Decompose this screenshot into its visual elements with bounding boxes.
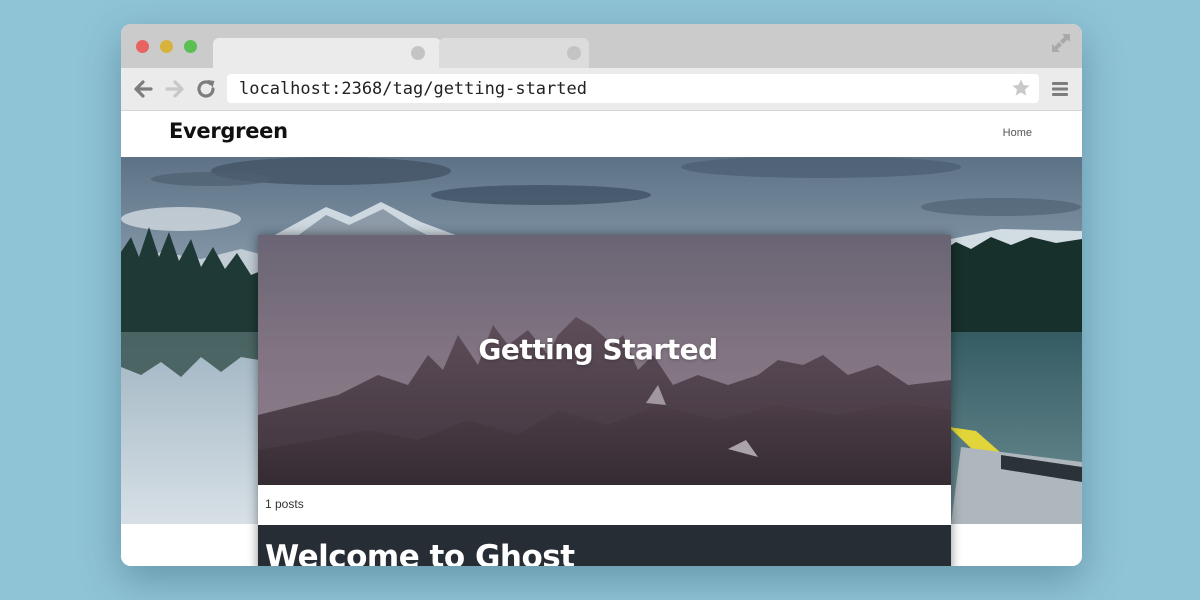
browser-toolbar: localhost:2368/tag/getting-started [121, 68, 1082, 111]
tag-card: Getting Started 1 posts Welcome to Ghost [258, 235, 951, 566]
arrow-right-icon[interactable] [163, 77, 187, 101]
minimize-window-button[interactable] [160, 40, 173, 53]
expand-icon[interactable] [1050, 32, 1072, 54]
close-window-button[interactable] [136, 40, 149, 53]
web-page: Evergreen Home Getting Started 1 posts W… [121, 111, 1082, 566]
site-logo[interactable]: Evergreen [169, 119, 288, 143]
arrow-left-icon[interactable] [131, 77, 155, 101]
tag-title: Getting Started [478, 333, 718, 366]
address-bar[interactable]: localhost:2368/tag/getting-started [227, 74, 1039, 103]
browser-window: localhost:2368/tag/getting-started Everg… [121, 24, 1082, 566]
zoom-window-button[interactable] [184, 40, 197, 53]
browser-titlebar [121, 24, 1082, 68]
star-icon[interactable] [1011, 78, 1031, 98]
url-text[interactable]: localhost:2368/tag/getting-started [239, 79, 587, 99]
hamburger-menu-icon[interactable] [1050, 79, 1070, 99]
browser-tab-new[interactable] [439, 38, 589, 68]
reload-icon[interactable] [194, 77, 218, 101]
nav-link-home[interactable]: Home [1003, 127, 1032, 139]
post-title-link[interactable]: Welcome to Ghost [265, 539, 575, 566]
post-card[interactable]: Welcome to Ghost [258, 525, 951, 566]
tab-close-icon[interactable] [411, 46, 425, 60]
post-count: 1 posts [265, 497, 304, 511]
tab-close-icon[interactable] [567, 46, 581, 60]
site-header: Evergreen Home [121, 111, 1082, 157]
browser-tab-active[interactable] [213, 38, 441, 68]
